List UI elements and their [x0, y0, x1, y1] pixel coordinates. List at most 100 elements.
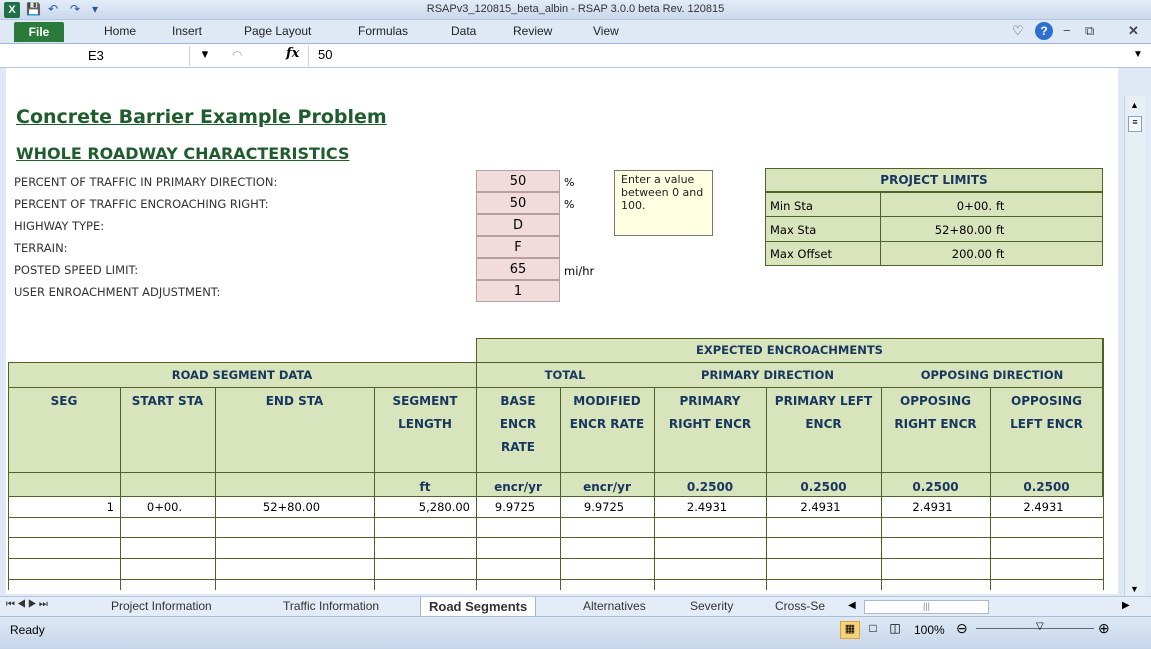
column-header-text: PRIMARY	[679, 394, 741, 408]
close-icon[interactable]: ✕	[1128, 23, 1139, 39]
table-cell[interactable]: 9.9725	[476, 499, 554, 515]
limits-unit: ft	[996, 247, 1005, 261]
row-divider	[8, 537, 1103, 538]
limits-label: Max Offset	[770, 247, 832, 261]
param-value-cell[interactable]: 1	[476, 280, 560, 302]
tab-scroll-left-icon[interactable]: ◀	[848, 600, 856, 611]
table-cell[interactable]: 2.4931	[654, 499, 760, 515]
sheet-tab[interactable]: Project Information	[111, 599, 212, 613]
formula-input[interactable]: 50	[318, 47, 332, 62]
tab-home[interactable]: Home	[104, 24, 136, 38]
table-cell[interactable]: 0+00.	[120, 499, 209, 515]
column-line	[120, 387, 121, 590]
column-unit: 0.2500	[1023, 480, 1070, 494]
column-header-text: OPPOSING	[1011, 394, 1082, 408]
minimize-ribbon-icon[interactable]: ♡	[1012, 23, 1024, 39]
horizontal-scrollbar-thumb[interactable]: |||	[864, 600, 989, 614]
page-layout-view-icon[interactable]: □	[864, 621, 882, 639]
name-box[interactable]: E3 ▼	[0, 46, 210, 66]
section-title: WHOLE ROADWAY CHARACTERISTICS	[16, 144, 350, 163]
page-break-view-icon[interactable]: ◫	[886, 621, 904, 639]
param-label: TERRAIN:	[14, 241, 68, 255]
project-limits-title: PROJECT LIMITS	[880, 173, 988, 187]
table-cell[interactable]: 52+80.00	[215, 499, 368, 515]
namebox-dropdown-icon[interactable]: ▼	[200, 49, 210, 60]
column-header-text: LENGTH	[398, 417, 452, 431]
table-cell[interactable]: 1	[8, 499, 114, 515]
sheet-tab-active[interactable]: Road Segments	[420, 597, 537, 617]
tab-data[interactable]: Data	[451, 24, 476, 38]
ribbon-tabs: File Home Insert Page Layout Formulas Da…	[0, 20, 1151, 44]
tab-scroll-icons[interactable]: ⏮◀▶⏭	[6, 599, 50, 610]
table-cell[interactable]: 2.4931	[990, 499, 1097, 515]
minimize-icon[interactable]: −	[1063, 23, 1071, 38]
expected-encroachments-title: EXPECTED ENCROACHMENTS	[696, 343, 883, 357]
column-line	[990, 387, 991, 590]
column-unit: encr/yr	[494, 480, 542, 494]
zoom-slider[interactable]	[976, 628, 1094, 629]
limits-value[interactable]: 52+80.00	[880, 222, 992, 238]
expand-formula-icon[interactable]: ▼	[1133, 49, 1143, 60]
tab-review[interactable]: Review	[513, 24, 552, 38]
formula-divider	[308, 46, 309, 66]
scroll-down-icon[interactable]: ▼	[1130, 584, 1139, 594]
limits-value[interactable]: 0+00.	[880, 198, 992, 214]
table-cell[interactable]: 2.4931	[766, 499, 875, 515]
param-value-cell[interactable]: D	[476, 214, 560, 236]
column-header-text: PRIMARY LEFT	[774, 394, 873, 408]
total-title: TOTAL	[544, 368, 586, 382]
window-title: RSAPv3_120815_beta_albin - RSAP 3.0.0 be…	[426, 3, 725, 15]
tab-view[interactable]: View	[593, 24, 619, 38]
column-header-text: START STA	[131, 394, 204, 408]
normal-view-icon[interactable]: ▦	[840, 621, 860, 639]
sheet-tab[interactable]: Traffic Information	[283, 599, 379, 613]
tab-file[interactable]: File	[14, 22, 64, 42]
column-header-text: RIGHT ENCR	[668, 417, 752, 431]
limits-value[interactable]: 200.00	[880, 246, 992, 262]
zoom-in-icon[interactable]: ⊕	[1098, 620, 1110, 637]
zoom-slider-thumb-icon[interactable]: ▽	[1036, 621, 1044, 632]
sheet-title: Concrete Barrier Example Problem	[16, 106, 387, 128]
param-label: POSTED SPEED LIMIT:	[14, 263, 139, 277]
column-unit: 0.2500	[800, 480, 847, 494]
table-cell[interactable]: 9.9725	[560, 499, 648, 515]
input-tooltip: Enter a value between 0 and 100.	[614, 170, 713, 236]
column-unit: ft	[419, 480, 431, 494]
insert-function-icon[interactable]: fx	[286, 46, 299, 61]
column-header-text: RATE	[501, 440, 535, 454]
formula-bar: E3 ▼ ▼ ◠ fx 50 ▼	[0, 44, 1151, 68]
column-unit: 0.2500	[912, 480, 959, 494]
param-value-cell[interactable]: 50	[476, 170, 560, 192]
zoom-out-icon[interactable]: ⊖	[956, 620, 968, 637]
param-value-cell[interactable]: 50	[476, 192, 560, 214]
table-cell[interactable]: 2.4931	[881, 499, 984, 515]
restore-icon[interactable]: ⧉	[1085, 23, 1094, 39]
param-label: PERCENT OF TRAFFIC IN PRIMARY DIRECTION:	[14, 175, 278, 189]
tab-scroll-right-icon[interactable]: ▶	[1122, 600, 1130, 611]
sheet-tab[interactable]: Cross-Se	[775, 599, 825, 613]
column-line	[654, 387, 655, 590]
zoom-level[interactable]: 100%	[914, 623, 945, 637]
column-line	[8, 362, 9, 590]
column-header-text: ENCR	[805, 417, 842, 431]
column-line	[215, 387, 216, 590]
tab-formulas[interactable]: Formulas	[358, 24, 408, 38]
help-icon[interactable]: ?	[1035, 22, 1053, 40]
vertical-scrollbar[interactable]: ▲ ≡ ▼	[1124, 96, 1145, 596]
row-divider	[8, 579, 1103, 580]
tab-page-layout[interactable]: Page Layout	[244, 24, 311, 38]
column-line	[881, 387, 882, 590]
table-cell[interactable]: 5,280.00	[374, 499, 470, 515]
tab-insert[interactable]: Insert	[172, 24, 202, 38]
row-divider	[8, 558, 1103, 559]
column-header-text: OPPOSING	[900, 394, 971, 408]
scroll-up-icon[interactable]: ▲	[1130, 100, 1139, 110]
sheet-tab[interactable]: Severity	[690, 599, 733, 613]
limits-label: Max Sta	[770, 223, 817, 237]
param-label: USER ENROACHMENT ADJUSTMENT:	[14, 285, 221, 299]
sheet-tab[interactable]: Alternatives	[583, 599, 646, 613]
param-value-cell[interactable]: 65	[476, 258, 560, 280]
split-icon[interactable]: ≡	[1128, 116, 1142, 132]
column-header-text: ENCR RATE	[569, 417, 645, 431]
param-value-cell[interactable]: F	[476, 236, 560, 258]
